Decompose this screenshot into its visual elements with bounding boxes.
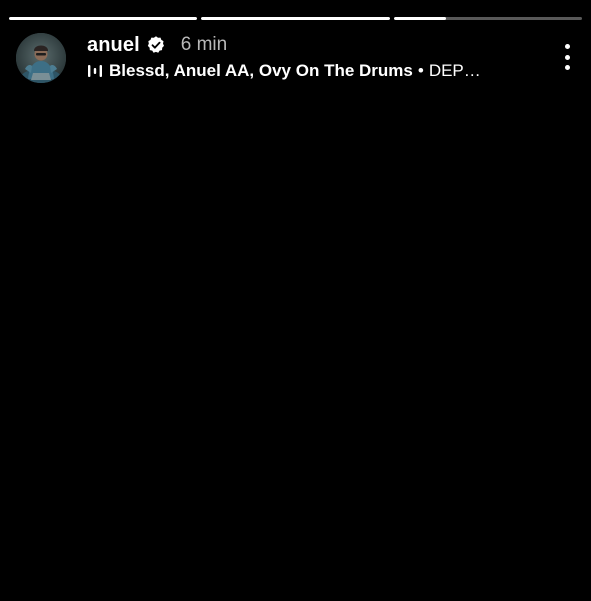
progress-segment bbox=[393, 17, 582, 20]
verified-badge-icon bbox=[146, 35, 166, 55]
username[interactable]: anuel bbox=[87, 34, 140, 57]
profile-photo-icon bbox=[16, 33, 66, 83]
story-header: anuel 6 min Blessd, Anuel AA, Ovy On The… bbox=[16, 32, 575, 86]
progress-segment-fill bbox=[393, 17, 447, 20]
progress-segment-fill bbox=[201, 17, 390, 20]
more-vertical-icon[interactable] bbox=[557, 44, 577, 70]
story-meta: anuel 6 min Blessd, Anuel AA, Ovy On The… bbox=[87, 32, 525, 84]
progress-segment bbox=[9, 17, 198, 20]
story-progress-bar bbox=[9, 17, 582, 20]
story-viewer[interactable]: anuel 6 min Blessd, Anuel AA, Ovy On The… bbox=[0, 0, 591, 601]
music-separator: • bbox=[417, 61, 424, 80]
menu-dot bbox=[564, 65, 570, 70]
progress-segment-fill bbox=[9, 17, 198, 20]
menu-dot bbox=[564, 44, 570, 49]
user-row: anuel 6 min bbox=[87, 32, 525, 58]
post-time: 6 min bbox=[180, 34, 228, 55]
music-title: DEP… bbox=[428, 61, 481, 80]
progress-segment bbox=[201, 17, 390, 20]
menu-dot bbox=[564, 54, 570, 60]
music-artists: Blessd, Anuel AA, Ovy On The Drums bbox=[109, 61, 413, 80]
music-row[interactable]: Blessd, Anuel AA, Ovy On The Drums • DEP… bbox=[87, 58, 525, 84]
avatar[interactable] bbox=[16, 33, 66, 83]
music-equalizer-icon bbox=[87, 63, 103, 79]
